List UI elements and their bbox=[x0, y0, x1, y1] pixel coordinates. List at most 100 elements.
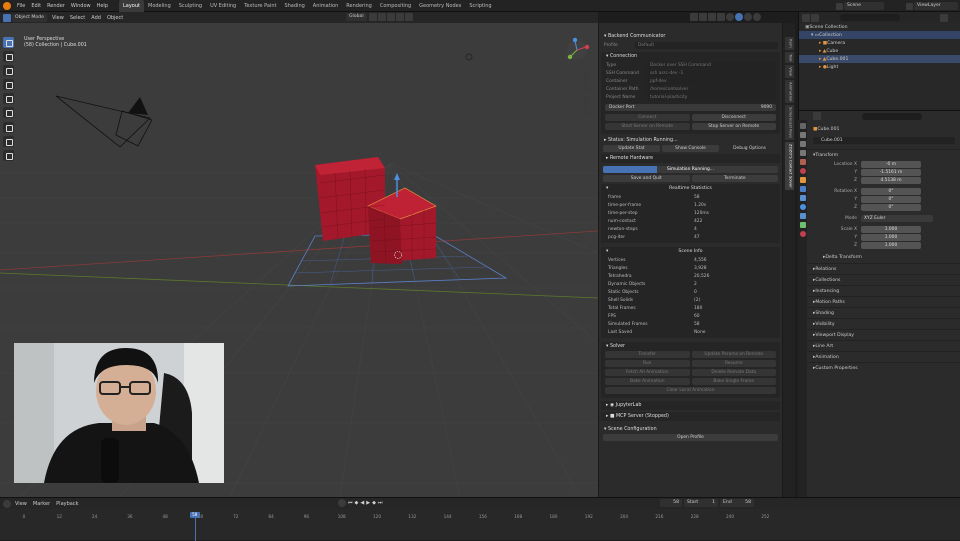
outliner-editor-icon[interactable] bbox=[802, 13, 810, 22]
sidebar-tab-screencast-keys[interactable]: Screencast Keys bbox=[784, 105, 794, 141]
editor-type-icon[interactable] bbox=[3, 13, 11, 22]
rotate-tool-icon[interactable] bbox=[3, 79, 14, 90]
scale-z-field[interactable]: 1.000 bbox=[861, 241, 921, 249]
scale-y-field[interactable]: 1.000 bbox=[861, 233, 921, 241]
sidebar-tab-animation[interactable]: Animation bbox=[784, 80, 794, 104]
menu-file[interactable]: File bbox=[14, 0, 28, 12]
rotation-mode-dropdown[interactable]: XYZ Euler bbox=[861, 214, 933, 222]
gizmo-icon[interactable] bbox=[699, 13, 707, 21]
viewport-menu-select[interactable]: Select bbox=[67, 12, 88, 24]
tab-sculpting[interactable]: Sculpting bbox=[175, 0, 206, 12]
debug-options-toggle[interactable]: Debug Options bbox=[721, 145, 778, 152]
filter-icon[interactable] bbox=[940, 13, 948, 22]
tab-modeling[interactable]: Modeling bbox=[144, 0, 175, 12]
blender-logo-icon[interactable] bbox=[3, 1, 11, 10]
delete-remote-data-button[interactable]: Delete Remote Data bbox=[691, 369, 776, 376]
line-art-header[interactable]: ▸ Line Art bbox=[799, 340, 960, 351]
object-mode-dropdown[interactable]: Object Mode bbox=[12, 13, 47, 22]
object-name-field[interactable]: Cube.001 bbox=[813, 137, 955, 144]
pivot-icon[interactable] bbox=[368, 13, 377, 21]
project-name-field[interactable]: tutorial-plasticity bbox=[647, 93, 776, 101]
view-layer-props-icon[interactable] bbox=[799, 150, 806, 156]
scale-x-field[interactable]: 1.000 bbox=[861, 225, 921, 233]
display-mode-icon[interactable] bbox=[811, 13, 819, 22]
location-x-field[interactable]: -0 m bbox=[861, 160, 921, 168]
world-props-icon[interactable] bbox=[799, 168, 806, 174]
wireframe-shading-icon[interactable] bbox=[726, 13, 734, 21]
scene-config-header[interactable]: ▾ Scene Configuration bbox=[599, 425, 782, 434]
tab-animation[interactable]: Animation bbox=[309, 0, 343, 12]
view-layer-selector[interactable]: ViewLayer bbox=[906, 2, 960, 10]
sidebar-tab-view[interactable]: View bbox=[784, 65, 794, 79]
outliner-search-input[interactable] bbox=[840, 14, 900, 21]
material-shading-icon[interactable] bbox=[744, 13, 752, 21]
render-props-icon[interactable] bbox=[799, 132, 806, 138]
bake-animation-button[interactable]: Bake Animation bbox=[605, 378, 690, 385]
resume-button[interactable]: Resume bbox=[691, 360, 776, 367]
data-props-icon[interactable] bbox=[799, 222, 806, 228]
tab-rendering[interactable]: Rendering bbox=[342, 0, 376, 12]
viewport-menu-object[interactable]: Object bbox=[104, 12, 126, 24]
hand-pan-icon[interactable] bbox=[582, 85, 590, 93]
tab-geometry-nodes[interactable]: Geometry Nodes bbox=[415, 0, 465, 12]
shading-header[interactable]: ▸ Shading bbox=[799, 307, 960, 318]
solver-header[interactable]: ▾ Solver bbox=[601, 342, 780, 351]
object-props-icon[interactable] bbox=[799, 177, 806, 183]
annotate-tool-icon[interactable] bbox=[3, 122, 14, 133]
output-props-icon[interactable] bbox=[799, 141, 806, 147]
disconnect-button[interactable]: Disconnect bbox=[691, 114, 776, 121]
properties-search-input[interactable] bbox=[862, 112, 922, 120]
rotation-z-field[interactable]: 0° bbox=[861, 203, 921, 211]
particles-props-icon[interactable] bbox=[799, 195, 806, 201]
tab-texture-paint[interactable]: Texture Paint bbox=[240, 0, 280, 12]
menu-render[interactable]: Render bbox=[44, 0, 68, 12]
sidebar-tab-tool[interactable]: Tool bbox=[784, 51, 794, 64]
connection-type-field[interactable]: Docker over SSH Command bbox=[647, 61, 776, 69]
light-object[interactable] bbox=[465, 53, 473, 61]
visibility-icon[interactable] bbox=[690, 13, 698, 21]
connect-button[interactable]: Connect bbox=[605, 114, 690, 121]
tab-uv-editing[interactable]: UV Editing bbox=[206, 0, 240, 12]
menu-window[interactable]: Window bbox=[68, 0, 94, 12]
run-button[interactable]: Run bbox=[605, 360, 690, 367]
cursor-tool-icon[interactable] bbox=[3, 51, 14, 62]
modifier-props-icon[interactable] bbox=[799, 186, 806, 192]
snap-target-icon[interactable] bbox=[386, 13, 395, 21]
overlay-icon[interactable] bbox=[708, 13, 716, 21]
realtime-stats-header[interactable]: ▾ Realtime Statistics bbox=[601, 184, 780, 193]
animation-header[interactable]: ▸ Animation bbox=[799, 351, 960, 362]
sidebar-tab-item[interactable]: Item bbox=[784, 37, 794, 50]
bake-single-frame-button[interactable]: Bake Single Frame bbox=[691, 378, 776, 385]
stop-server-button[interactable]: Stop Server on Remote bbox=[691, 123, 776, 130]
jupyterlab-header[interactable]: ▸ ◉ JupyterLab bbox=[601, 401, 780, 410]
scene-info-header[interactable]: ▾ Scene Info bbox=[601, 247, 780, 256]
clear-local-animation-button[interactable]: Clear Local Animation bbox=[605, 387, 776, 394]
transfer-button[interactable]: Transfer bbox=[605, 351, 690, 358]
ssh-command-field[interactable]: ssh asrc-dev -1 bbox=[647, 69, 776, 77]
mcp-server-header[interactable]: ▸ ■ MCP Server (Stopped) bbox=[601, 412, 780, 421]
viewport-display-header[interactable]: ▸ Viewport Display bbox=[799, 329, 960, 340]
tool-props-icon[interactable] bbox=[799, 123, 806, 129]
solid-shading-icon[interactable] bbox=[735, 13, 743, 21]
snap-icon[interactable] bbox=[377, 13, 386, 21]
tab-shading[interactable]: Shading bbox=[280, 0, 308, 12]
terminate-button[interactable]: Terminate bbox=[691, 175, 778, 182]
scene-props-icon[interactable] bbox=[799, 159, 806, 165]
camera-view-icon[interactable] bbox=[582, 97, 590, 105]
physics-props-icon[interactable] bbox=[799, 204, 806, 210]
move-gizmo-arrow[interactable] bbox=[394, 173, 400, 180]
scene-name[interactable]: Scene bbox=[844, 2, 884, 10]
scene-selector[interactable]: Scene bbox=[836, 2, 886, 10]
docker-port-row[interactable]: Docker Port 9090 bbox=[605, 104, 776, 111]
outliner-collection[interactable]: ▾ ▭ Collection bbox=[799, 31, 960, 39]
timeline[interactable]: View Marker Playback ⏮ ◆ ◀ ▶ ◆ ⏭ 58 Star… bbox=[0, 497, 960, 541]
profile-dropdown[interactable]: Default bbox=[635, 41, 778, 49]
collections-header[interactable]: ▸ Collections bbox=[799, 274, 960, 285]
panel-title[interactable]: ▾ Backend Communicator bbox=[599, 32, 782, 41]
tab-layout[interactable]: Layout bbox=[119, 0, 144, 12]
scale-tool-icon[interactable] bbox=[3, 93, 14, 104]
sidebar-tab-contact-solver[interactable]: ZOZO'S Contact Solver bbox=[784, 142, 794, 191]
visibility-header[interactable]: ▸ Visibility bbox=[799, 318, 960, 329]
rotation-x-field[interactable]: 0° bbox=[861, 187, 921, 195]
camera-object[interactable] bbox=[55, 95, 153, 148]
